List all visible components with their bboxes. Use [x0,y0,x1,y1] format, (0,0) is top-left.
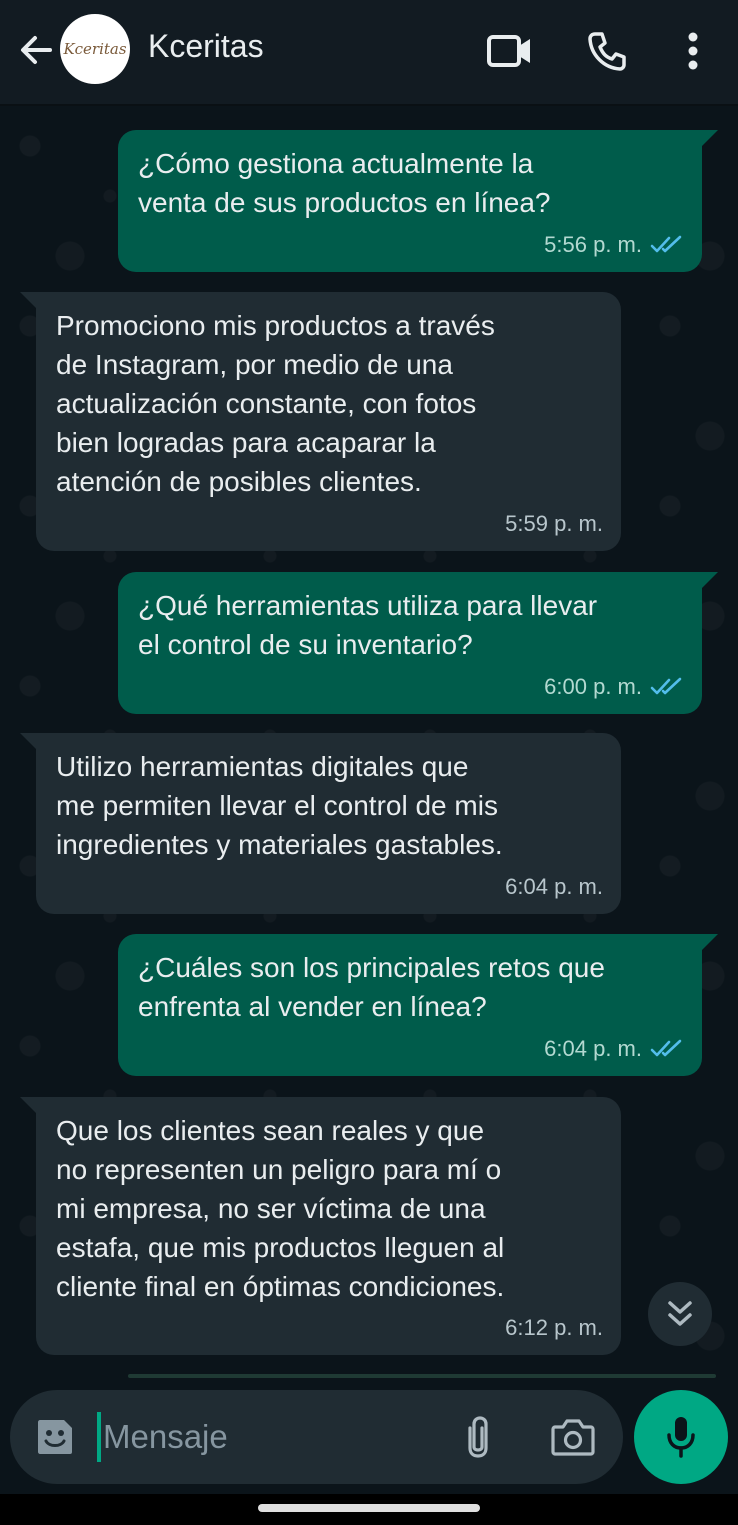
voice-call-button[interactable] [582,28,632,74]
message-text: Promociono mis productos a través de Ins… [56,310,495,497]
message-meta: 6:04 p. m. [544,1029,684,1068]
chat-header: Kceritas Kceritas [0,0,738,106]
message-time: 6:04 p. m. [544,1036,642,1061]
message-incoming[interactable]: Que los clientes sean reales y que no re… [20,1097,621,1355]
message-outgoing[interactable]: ¿Qué herramientas utiliza para llevar el… [118,572,718,714]
message-meta: 6:12 p. m. [505,1308,603,1347]
chat-area[interactable]: ¿Cómo gestiona actualmente la venta de s… [0,106,738,1378]
avatar[interactable]: Kceritas [60,14,130,84]
message-incoming[interactable]: Utilizo herramientas digitales que me pe… [20,733,621,914]
message-text: ¿Cómo gestiona actualmente la venta de s… [138,148,551,218]
back-button[interactable] [16,30,56,70]
typing-divider [128,1374,716,1378]
attach-button[interactable] [460,1414,496,1460]
scroll-to-bottom-button[interactable] [648,1282,712,1346]
video-call-button[interactable] [484,28,534,74]
home-indicator[interactable] [258,1504,480,1512]
voice-call-icon [588,32,626,71]
mic-icon [667,1417,695,1458]
message-time: 5:56 p. m. [544,232,642,257]
message-meta: 5:59 p. m. [505,504,603,543]
emoji-icon [38,1420,72,1454]
message-meta: 6:04 p. m. [505,867,603,906]
double-check-read-icon [650,677,682,694]
double-chevron-down-icon [668,1301,692,1326]
message-text: ¿Qué herramientas utiliza para llevar el… [138,590,598,660]
voice-record-button[interactable] [634,1390,728,1484]
attach-icon [468,1416,488,1458]
message-text: ¿Cuáles son los principales retos que en… [138,952,605,1022]
message-meta: 5:56 p. m. [544,225,684,264]
message-text: Que los clientes sean reales y que no re… [56,1115,505,1302]
message-composer [10,1390,623,1484]
message-input[interactable] [103,1410,443,1464]
camera-button[interactable] [550,1416,596,1458]
message-outgoing[interactable]: ¿Cómo gestiona actualmente la venta de s… [118,130,718,272]
more-options-icon [688,32,698,70]
emoji-button[interactable] [34,1416,76,1458]
text-cursor [97,1412,101,1462]
message-time: 6:04 p. m. [505,874,603,899]
message-time: 5:59 p. m. [505,511,603,536]
message-meta: 6:00 p. m. [544,667,684,706]
double-check-read-icon [650,235,682,252]
message-time: 6:12 p. m. [505,1315,603,1340]
video-call-icon [487,35,530,67]
message-incoming[interactable]: Promociono mis productos a través de Ins… [20,292,621,551]
more-options-button[interactable] [676,28,710,74]
camera-icon [551,1419,595,1456]
avatar-logo-text: Kceritas [63,40,127,58]
double-check-read-icon [650,1039,682,1056]
message-time: 6:00 p. m. [544,674,642,699]
message-outgoing[interactable]: ¿Cuáles son los principales retos que en… [118,934,718,1076]
message-text: Utilizo herramientas digitales que me pe… [56,751,503,860]
back-arrow-icon [21,36,52,64]
contact-name[interactable]: Kceritas [148,28,264,65]
